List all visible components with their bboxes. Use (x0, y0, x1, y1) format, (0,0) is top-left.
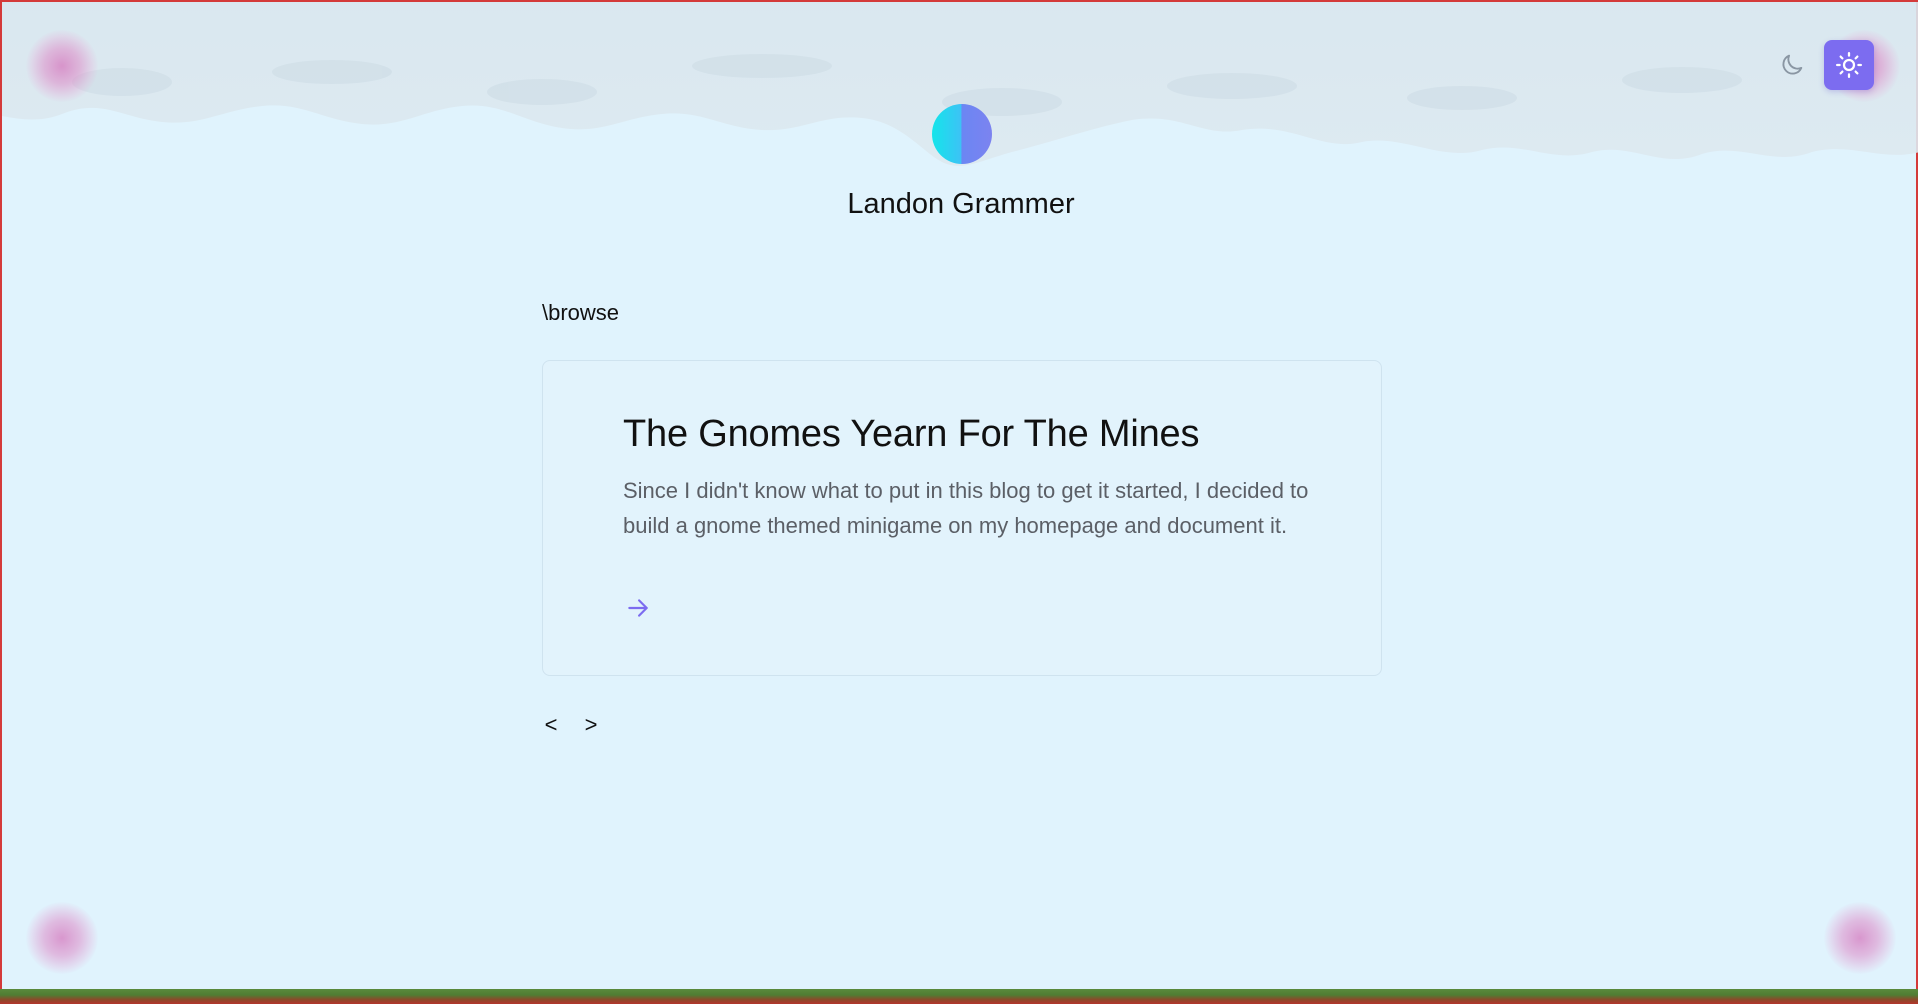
breadcrumb: \browse (542, 300, 620, 325)
corner-sparkle (1824, 902, 1896, 974)
read-more-link[interactable] (623, 593, 653, 623)
arrow-right-icon (628, 599, 648, 617)
site-name[interactable]: Landon Grammer (2, 188, 1918, 221)
post-excerpt: Since I didn't know what to put in this … (623, 478, 1309, 538)
avatar[interactable] (932, 104, 992, 164)
next-page-button[interactable]: > (582, 712, 600, 738)
post-card[interactable]: The Gnomes Yearn For The Mines Since I d… (542, 360, 1382, 676)
theme-toggle (1772, 40, 1874, 90)
dark-mode-button[interactable] (1772, 45, 1812, 85)
post-title[interactable]: The Gnomes Yearn For The Mines (623, 413, 1199, 456)
sun-icon (1836, 52, 1862, 78)
pagination: < > (542, 712, 600, 738)
page: Landon Grammer \browse The Gnomes Yearn … (0, 2, 1918, 1004)
corner-sparkle (26, 902, 98, 974)
corner-sparkle (26, 30, 98, 102)
prev-page-button[interactable]: < (542, 712, 560, 738)
light-mode-button[interactable] (1824, 40, 1874, 90)
moon-icon (1782, 54, 1803, 75)
